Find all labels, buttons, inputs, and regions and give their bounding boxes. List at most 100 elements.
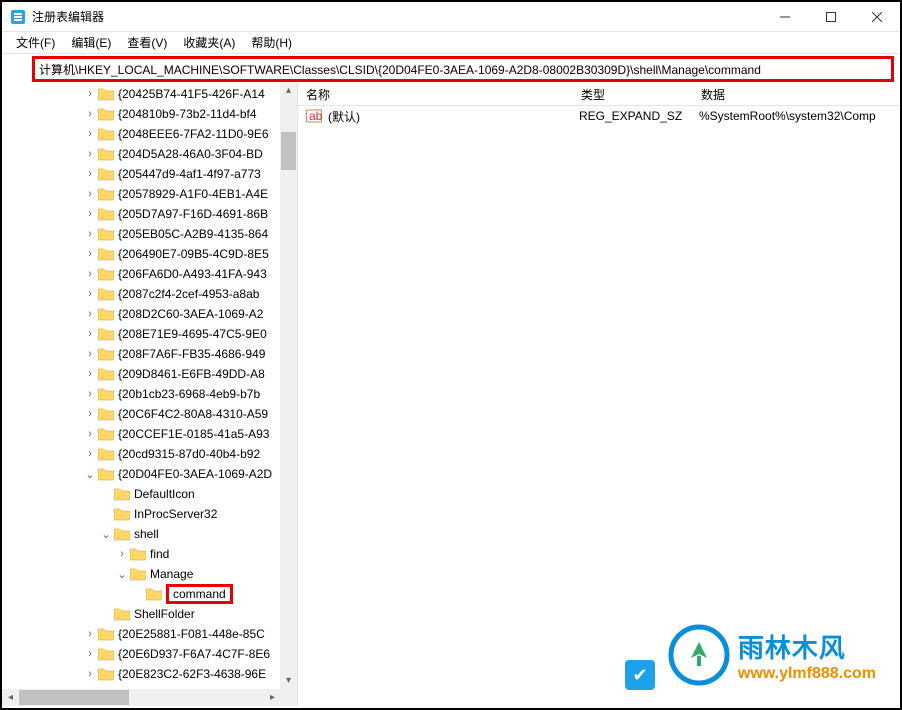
folder-icon [98,367,114,381]
tree-item[interactable]: {20C6F4C2-80A8-4310-A59 [2,404,297,424]
folder-icon [98,387,114,401]
scroll-up-arrow[interactable]: ▴ [280,82,297,99]
tree-item[interactable]: {208F7A6F-FB35-4686-949 [2,344,297,364]
tree-item[interactable]: shell [2,524,297,544]
expand-arrow[interactable] [82,188,98,200]
tree-item[interactable]: InProcServer32 [2,504,297,524]
tree-item[interactable]: {20b1cb23-6968-4eb9-b7b [2,384,297,404]
expand-arrow[interactable] [98,528,114,541]
tree-item[interactable]: Manage [2,564,297,584]
menu-edit[interactable]: 编辑(E) [63,32,119,53]
expand-arrow[interactable] [82,368,98,380]
expand-arrow[interactable] [82,628,98,640]
values-pane[interactable]: 名称 类型 数据 ab (默认) REG_EXPAND_SZ %SystemRo… [298,82,900,706]
tree-item[interactable]: {205EB05C-A2B9-4135-864 [2,224,297,244]
expand-arrow[interactable] [82,468,98,481]
tree-item[interactable]: {20E25881-F081-448e-85C [2,624,297,644]
tree-item[interactable]: {208E71E9-4695-47C5-9E0 [2,324,297,344]
expand-arrow[interactable] [82,308,98,320]
column-name[interactable]: 名称 [298,82,573,105]
tree-pane[interactable]: {20425B74-41F5-426F-A14{204810b9-73b2-11… [2,82,298,706]
value-row[interactable]: ab (默认) REG_EXPAND_SZ %SystemRoot%\syste… [298,106,900,126]
menu-view[interactable]: 查看(V) [119,32,175,53]
tree-item[interactable]: {206490E7-09B5-4C9D-8E5 [2,244,297,264]
expand-arrow[interactable] [82,228,98,240]
scroll-left-arrow[interactable]: ◂ [2,689,19,706]
expand-arrow[interactable] [82,408,98,420]
tree-item[interactable]: {20cd9315-87d0-40b4-b92 [2,444,297,464]
expand-arrow[interactable] [82,208,98,220]
tree-item[interactable]: {20D04FE0-3AEA-1069-A2D [2,464,297,484]
tree-label: {208F7A6F-FB35-4686-949 [118,347,265,361]
tree-label: command [166,584,233,604]
tree-item[interactable]: command [2,584,297,604]
hscroll-thumb[interactable] [19,690,129,705]
column-data[interactable]: 数据 [693,82,900,105]
tree-item[interactable]: {20578929-A1F0-4EB1-A4E [2,184,297,204]
expand-arrow[interactable] [82,288,98,300]
title-bar: 注册表编辑器 [2,2,900,32]
expand-arrow[interactable] [82,88,98,100]
scroll-thumb[interactable] [281,132,296,170]
tree-label: {208E71E9-4695-47C5-9E0 [118,327,267,341]
expand-arrow[interactable] [82,148,98,160]
tree-label: {20C6F4C2-80A8-4310-A59 [118,407,268,421]
tree-item[interactable]: {2087c2f4-2cef-4953-a8ab [2,284,297,304]
column-type[interactable]: 类型 [573,82,693,105]
tree-horizontal-scrollbar[interactable]: ◂ ▸ [2,689,281,706]
tree-item[interactable]: {204810b9-73b2-11d4-bf4 [2,104,297,124]
tree-vertical-scrollbar[interactable]: ▴ ▾ [280,82,297,706]
menu-file[interactable]: 文件(F) [8,32,63,53]
tree-list: {20425B74-41F5-426F-A14{204810b9-73b2-11… [2,82,297,684]
tree-item[interactable]: {20CCEF1E-0185-41a5-A93 [2,424,297,444]
tree-label: {2087c2f4-2cef-4953-a8ab [118,287,259,301]
expand-arrow[interactable] [114,548,130,560]
expand-arrow[interactable] [82,248,98,260]
expand-arrow[interactable] [82,648,98,660]
expand-arrow[interactable] [82,268,98,280]
expand-arrow[interactable] [82,168,98,180]
expand-arrow[interactable] [114,568,130,581]
folder-icon [98,127,114,141]
expand-arrow[interactable] [82,388,98,400]
folder-icon [98,247,114,261]
folder-icon [98,167,114,181]
folder-icon [98,227,114,241]
scroll-right-arrow[interactable]: ▸ [264,689,281,706]
address-text: 计算机\HKEY_LOCAL_MACHINE\SOFTWARE\Classes\… [39,61,761,78]
folder-icon [98,267,114,281]
tree-item[interactable]: {206FA6D0-A493-41FA-943 [2,264,297,284]
tree-item[interactable]: {2048EEE6-7FA2-11D0-9E6 [2,124,297,144]
folder-icon [98,407,114,421]
maximize-button[interactable] [808,2,854,32]
tree-item[interactable]: {20E6D937-F6A7-4C7F-8E6 [2,644,297,664]
scroll-down-arrow[interactable]: ▾ [280,672,297,689]
value-name: (默认) [328,108,579,125]
tree-item[interactable]: DefaultIcon [2,484,297,504]
menu-help[interactable]: 帮助(H) [243,32,300,53]
menu-favorites[interactable]: 收藏夹(A) [175,32,243,53]
tree-label: {206490E7-09B5-4C9D-8E5 [118,247,269,261]
address-bar[interactable]: 计算机\HKEY_LOCAL_MACHINE\SOFTWARE\Classes\… [32,56,894,82]
expand-arrow[interactable] [82,348,98,360]
tree-item[interactable]: {205D7A97-F16D-4691-86B [2,204,297,224]
expand-arrow[interactable] [82,428,98,440]
tree-item[interactable]: {20425B74-41F5-426F-A14 [2,84,297,104]
tree-item[interactable]: {20E823C2-62F3-4638-96E [2,664,297,684]
tree-item[interactable]: {208D2C60-3AEA-1069-A2 [2,304,297,324]
tree-item[interactable]: {204D5A28-46A0-3F04-BD [2,144,297,164]
expand-arrow[interactable] [82,448,98,460]
close-button[interactable] [854,2,900,32]
expand-arrow[interactable] [82,128,98,140]
folder-icon [98,467,114,481]
svg-text:ab: ab [309,109,322,123]
expand-arrow[interactable] [82,108,98,120]
tree-item[interactable]: {209D8461-E6FB-49DD-A8 [2,364,297,384]
tree-item[interactable]: find [2,544,297,564]
tree-item[interactable]: ShellFolder [2,604,297,624]
expand-arrow[interactable] [82,668,98,680]
expand-arrow[interactable] [82,328,98,340]
tree-item[interactable]: {205447d9-4af1-4f97-a773 [2,164,297,184]
minimize-button[interactable] [762,2,808,32]
tree-label: {20E25881-F081-448e-85C [118,627,265,641]
